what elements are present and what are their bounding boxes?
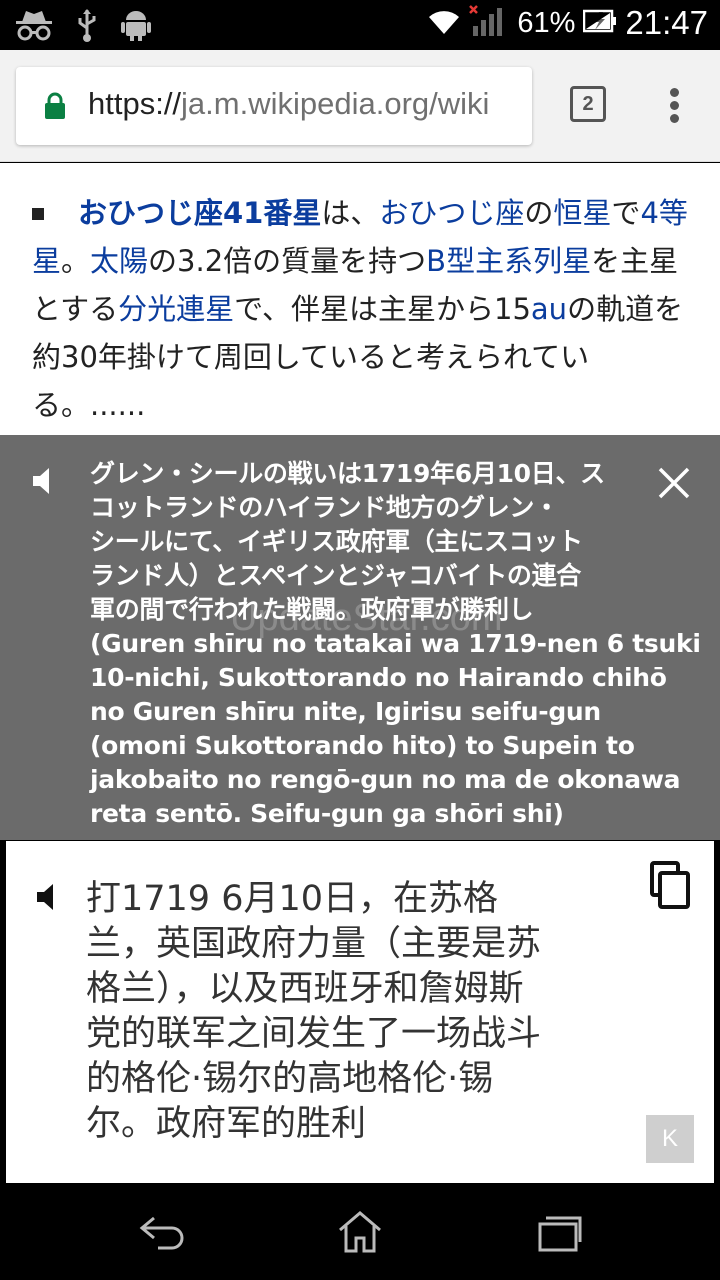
copy-icon[interactable]: [648, 861, 692, 913]
lock-icon: [44, 92, 66, 124]
usb-icon: [76, 8, 98, 46]
article-text-run: 。: [61, 244, 91, 278]
speaker-icon[interactable]: [34, 881, 66, 917]
url-scheme: https://: [88, 86, 182, 121]
article-text-run: は、: [321, 196, 380, 230]
source-line: no Guren shīru nite, Igirisu seifu-gun: [90, 697, 601, 726]
article-content: おひつじ座41番星は、おひつじ座の恒星で4等星。太陽の3.2倍の質量を持つB型主…: [0, 163, 720, 435]
home-icon[interactable]: [336, 1210, 384, 1258]
translated-line: 的格伦·锡尔的高地格伦·锡: [86, 1059, 494, 1099]
battery-percent: 61%: [517, 6, 576, 39]
recent-apps-icon[interactable]: [536, 1210, 584, 1258]
source-text: グレン・シールの戦いは1719年6月10日、ス コットランドのハイランド地方のグレ…: [90, 457, 701, 831]
status-bar: 61% 21:47: [0, 0, 720, 50]
source-line: jakobaito no rengō-gun no ma de okonawa: [90, 765, 681, 794]
speaker-icon[interactable]: [30, 465, 62, 501]
navigation-bar: [0, 1184, 720, 1280]
back-icon[interactable]: [136, 1210, 186, 1254]
url-host-path: ja.m.wikipedia.org/wiki: [181, 86, 490, 121]
translated-line: 兰，英国政府力量（主要是苏: [86, 924, 542, 964]
translated-line: 党的联军之间发生了一场战斗: [86, 1014, 542, 1054]
source-line: 10-nichi, Sukottorando no Hairando chihō: [90, 663, 667, 692]
article-link[interactable]: 分光連星: [118, 292, 234, 326]
article-text-run: の3.2倍の質量を持つ: [148, 244, 427, 278]
source-line: コットランドのハイランド地方のグレン・: [90, 493, 559, 522]
close-icon[interactable]: [656, 465, 692, 505]
translated-text: 打1719 6月10日，在苏格兰，英国政府力量（主要是苏 格兰），以及西班牙和詹姆…: [86, 877, 616, 1147]
source-line: (omoni Sukottorando hito) to Supein to: [90, 731, 635, 760]
article-link[interactable]: おひつじ座: [379, 196, 524, 230]
source-line: reta sentō. Seifu-gun ga shōri shi): [90, 799, 564, 828]
browser-toolbar: https://ja.m.wikipedia.org/wiki 2: [0, 50, 720, 162]
article-text-run: で、伴星は主星から15: [234, 292, 531, 326]
wifi-icon: [427, 6, 461, 40]
watermark: UpdateStar.com: [230, 597, 503, 639]
translation-target-panel: 打1719 6月10日，在苏格兰，英国政府力量（主要是苏 格兰），以及西班牙和詹姆…: [6, 841, 714, 1183]
tab-switcher-button[interactable]: 2: [570, 86, 606, 122]
translation-source-panel: グレン・シールの戦いは1719年6月10日、ス コットランドのハイランド地方のグレ…: [0, 435, 720, 840]
article-paragraph: おひつじ座41番星は、おひつじ座の恒星で4等星。太陽の3.2倍の質量を持つB型主…: [32, 189, 692, 429]
url-bar[interactable]: https://ja.m.wikipedia.org/wiki: [16, 67, 532, 145]
article-link[interactable]: おひつじ座41番星: [78, 196, 321, 230]
source-line: ランド人）とスペインとジャコバイトの連合: [90, 561, 582, 590]
article-text-run: の: [524, 196, 554, 230]
article-link[interactable]: B型主系列星: [426, 244, 591, 278]
android-icon: [120, 8, 152, 46]
translated-line: 打1719 6月10日，在苏格: [86, 879, 499, 919]
clock: 21:47: [625, 4, 708, 41]
article-text-run: で: [611, 196, 641, 230]
translated-line: 尔。政府军的胜利: [86, 1104, 367, 1144]
article-link[interactable]: 太陽: [90, 244, 148, 278]
keyboard-button[interactable]: K: [646, 1115, 694, 1163]
url-text[interactable]: https://ja.m.wikipedia.org/wiki: [88, 86, 489, 122]
source-line: シールにて、イギリス政府軍（主にスコット: [90, 527, 583, 556]
translated-line: 格兰），以及西班牙和詹姆斯: [86, 969, 524, 1009]
incognito-icon: [14, 8, 54, 46]
article-link[interactable]: 恒星: [553, 196, 611, 230]
signal-icon: [469, 4, 509, 42]
battery-charging-icon: [583, 9, 617, 37]
source-line: グレン・シールの戦いは1719年6月10日、ス: [90, 459, 605, 488]
overflow-menu-icon[interactable]: [668, 88, 680, 124]
article-link[interactable]: au: [531, 292, 567, 326]
